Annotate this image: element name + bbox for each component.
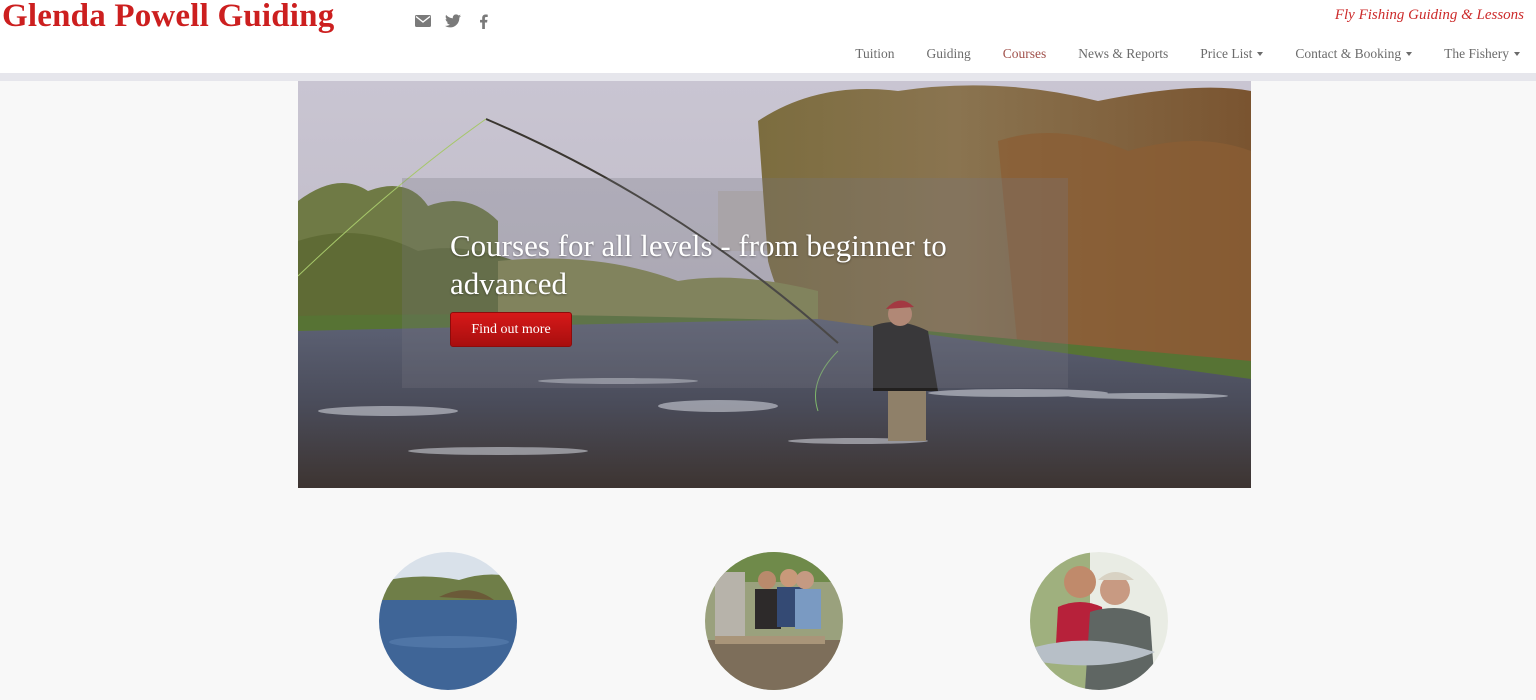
site-tagline: Fly Fishing Guiding & Lessons	[1334, 7, 1524, 23]
nav-item-tuition[interactable]: Tuition	[839, 46, 910, 62]
nav-item-guiding[interactable]: Guiding	[910, 46, 986, 62]
caret-down-icon	[1257, 52, 1264, 56]
feature-image-group[interactable]	[705, 552, 843, 690]
nav-item-label: Courses	[1002, 46, 1047, 61]
twitter-icon[interactable]	[444, 12, 462, 30]
site-header: Glenda Powell Guiding Fly Fishing Guidin…	[0, 0, 1536, 74]
nav-item-news-reports[interactable]: News & Reports	[1062, 46, 1184, 62]
nav-item-label: Guiding	[926, 46, 971, 61]
social-links	[414, 12, 492, 30]
nav-item-label: News & Reports	[1078, 46, 1169, 61]
hero-banner: Courses for all levels - from beginner t…	[298, 81, 1251, 488]
facebook-icon[interactable]	[474, 12, 492, 30]
site-logo-title[interactable]: Glenda Powell Guiding	[2, 0, 334, 35]
nav-item-label: Price List	[1200, 46, 1253, 61]
caret-down-icon	[1406, 52, 1413, 56]
nav-item-label: Tuition	[855, 46, 895, 61]
main-navigation: Tuition Guiding Courses News & Reports P…	[839, 44, 1536, 64]
nav-item-the-fishery[interactable]: The Fishery	[1428, 46, 1536, 62]
nav-item-label: The Fishery	[1444, 46, 1509, 61]
envelope-icon[interactable]	[414, 12, 432, 30]
feature-image-river[interactable]	[379, 552, 517, 690]
nav-item-contact-booking[interactable]: Contact & Booking	[1279, 46, 1428, 62]
header-divider	[0, 73, 1536, 81]
nav-item-price-list[interactable]: Price List	[1184, 46, 1279, 62]
caret-down-icon	[1514, 52, 1520, 56]
feature-image-salmon[interactable]	[1030, 552, 1168, 690]
hero-title: Courses for all levels - from beginner t…	[450, 228, 947, 301]
nav-item-courses[interactable]: Courses	[987, 46, 1063, 62]
nav-item-label: Contact & Booking	[1295, 46, 1402, 61]
find-out-more-button[interactable]: Find out more	[450, 312, 572, 347]
